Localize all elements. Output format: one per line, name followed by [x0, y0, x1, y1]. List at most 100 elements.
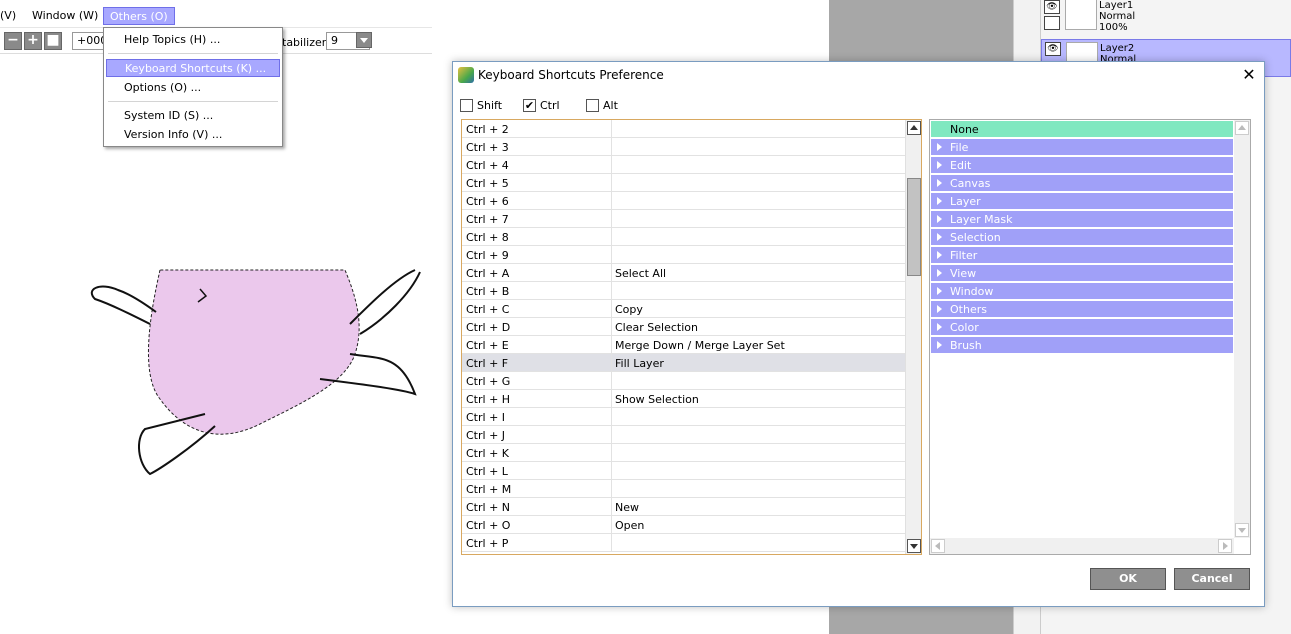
shortcut-key: Ctrl + M	[466, 483, 512, 496]
shortcut-row[interactable]: Ctrl + M	[462, 480, 905, 498]
menu-item-options[interactable]: Options (O) ...	[106, 79, 280, 97]
menu-item-version-info[interactable]: Version Info (V) ...	[106, 126, 280, 144]
eye-icon[interactable]: 👁	[1045, 42, 1061, 56]
category-row[interactable]: Canvas	[931, 175, 1233, 192]
ok-button[interactable]: OK	[1090, 568, 1166, 590]
shortcut-row[interactable]: Ctrl + H Show Selection	[462, 390, 905, 408]
shortcut-key: Ctrl + L	[466, 465, 508, 478]
zoom-reset-button[interactable]: ■	[44, 32, 62, 50]
shortcut-row[interactable]: Ctrl + 5	[462, 174, 905, 192]
dialog-titlebar[interactable]: Keyboard Shortcuts Preference ✕	[453, 62, 1264, 88]
zoom-in-button[interactable]: +	[24, 32, 42, 50]
menu-item-keyboard-shortcuts[interactable]: Keyboard Shortcuts (K) ...	[106, 59, 280, 77]
expand-triangle-icon[interactable]	[937, 215, 942, 223]
category-row[interactable]: Others	[931, 301, 1233, 318]
shortcut-row[interactable]: Ctrl + 3	[462, 138, 905, 156]
zoom-out-button[interactable]: −	[4, 32, 22, 50]
scroll-down-icon[interactable]	[907, 539, 921, 553]
scroll-right-icon[interactable]	[1218, 539, 1232, 553]
expand-triangle-icon[interactable]	[937, 269, 942, 277]
ctrl-checkbox[interactable]: ✔	[523, 99, 536, 112]
shortcut-row[interactable]: Ctrl + J	[462, 426, 905, 444]
shortcut-row[interactable]: Ctrl + A Select All	[462, 264, 905, 282]
scroll-left-icon[interactable]	[931, 539, 945, 553]
scroll-down-icon[interactable]	[1235, 523, 1249, 537]
menu-item-system-id[interactable]: System ID (S) ...	[106, 107, 280, 125]
shortcut-key: Ctrl + 6	[466, 195, 509, 208]
cancel-button[interactable]: Cancel	[1174, 568, 1250, 590]
layer-row[interactable]: 👁 Layer1 Normal 100%	[1041, 0, 1291, 34]
expand-triangle-icon[interactable]	[937, 233, 942, 241]
shortcut-key: Ctrl + H	[466, 393, 511, 406]
expand-triangle-icon[interactable]	[937, 251, 942, 259]
shortcut-row[interactable]: Ctrl + E Merge Down / Merge Layer Set	[462, 336, 905, 354]
category-label: None	[950, 123, 979, 136]
shortcut-row[interactable]: Ctrl + P	[462, 534, 905, 552]
chevron-down-icon[interactable]	[356, 32, 372, 48]
shortcut-row[interactable]: Ctrl + 7	[462, 210, 905, 228]
shortcut-row[interactable]: Ctrl + D Clear Selection	[462, 318, 905, 336]
expand-triangle-icon[interactable]	[937, 323, 942, 331]
category-list-vscrollbar[interactable]	[1234, 120, 1250, 538]
category-row[interactable]: View	[931, 265, 1233, 282]
expand-triangle-icon[interactable]	[937, 341, 942, 349]
expand-triangle-icon[interactable]	[937, 287, 942, 295]
shortcut-list-scrollbar[interactable]	[905, 120, 921, 554]
column-divider	[611, 246, 612, 264]
scroll-up-icon[interactable]	[907, 121, 921, 135]
shortcut-row[interactable]: Ctrl + 8	[462, 228, 905, 246]
shortcut-row[interactable]: Ctrl + G	[462, 372, 905, 390]
menu-item-help-topics[interactable]: Help Topics (H) ...	[106, 31, 280, 49]
shortcut-row[interactable]: Ctrl + K	[462, 444, 905, 462]
column-divider	[611, 282, 612, 300]
column-divider	[611, 192, 612, 210]
category-row[interactable]: Color	[931, 319, 1233, 336]
layer-lock-checkbox[interactable]	[1044, 16, 1060, 30]
menu-window[interactable]: Window (W)	[26, 7, 104, 25]
shift-checkbox[interactable]	[460, 99, 473, 112]
zoom-field[interactable]: +000	[72, 32, 107, 50]
category-list-hscrollbar[interactable]	[930, 538, 1234, 554]
menubar: (V) Window (W) Others (O)	[0, 0, 432, 28]
shortcut-row[interactable]: Ctrl + C Copy	[462, 300, 905, 318]
scroll-up-icon[interactable]	[1235, 121, 1249, 135]
category-row[interactable]: Window	[931, 283, 1233, 300]
shortcut-row[interactable]: Ctrl + 6	[462, 192, 905, 210]
scroll-thumb[interactable]	[907, 178, 921, 276]
category-row[interactable]: Edit	[931, 157, 1233, 174]
category-row[interactable]: Layer Mask	[931, 211, 1233, 228]
dialog-title: Keyboard Shortcuts Preference	[478, 68, 664, 82]
shortcut-row[interactable]: Ctrl + I	[462, 408, 905, 426]
shortcut-key: Ctrl + F	[466, 357, 509, 370]
shortcut-row[interactable]: Ctrl + 2	[462, 120, 905, 138]
column-divider	[611, 390, 612, 408]
shortcut-row[interactable]: Ctrl + O Open	[462, 516, 905, 534]
shortcut-row[interactable]: Ctrl + N New	[462, 498, 905, 516]
shortcut-action: Fill Layer	[615, 357, 664, 370]
expand-triangle-icon[interactable]	[937, 197, 942, 205]
category-row[interactable]: None	[931, 121, 1233, 138]
expand-triangle-icon[interactable]	[937, 179, 942, 187]
category-row[interactable]: Filter	[931, 247, 1233, 264]
category-row[interactable]: Brush	[931, 337, 1233, 354]
column-divider	[611, 516, 612, 534]
menu-view[interactable]: (V)	[0, 7, 22, 25]
column-divider	[611, 174, 612, 192]
category-row[interactable]: Selection	[931, 229, 1233, 246]
shortcut-row[interactable]: Ctrl + B	[462, 282, 905, 300]
eye-icon[interactable]: 👁	[1044, 0, 1060, 14]
shortcut-row[interactable]: Ctrl + F Fill Layer	[462, 354, 905, 372]
shortcut-row[interactable]: Ctrl + 4	[462, 156, 905, 174]
expand-triangle-icon[interactable]	[937, 143, 942, 151]
alt-checkbox[interactable]	[586, 99, 599, 112]
category-row[interactable]: File	[931, 139, 1233, 156]
menu-others[interactable]: Others (O)	[103, 7, 175, 25]
shortcut-row[interactable]: Ctrl + L	[462, 462, 905, 480]
expand-triangle-icon[interactable]	[937, 161, 942, 169]
ctrl-label: Ctrl	[540, 99, 560, 112]
expand-triangle-icon[interactable]	[937, 305, 942, 313]
close-icon[interactable]: ✕	[1239, 65, 1259, 85]
column-divider	[611, 300, 612, 318]
category-row[interactable]: Layer	[931, 193, 1233, 210]
shortcut-row[interactable]: Ctrl + 9	[462, 246, 905, 264]
